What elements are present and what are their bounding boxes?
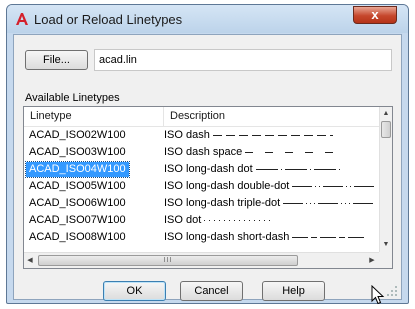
scroll-left-arrow-icon[interactable]: ◀ xyxy=(24,253,36,268)
scroll-up-arrow-icon[interactable]: ▲ xyxy=(380,107,392,120)
cancel-button[interactable]: Cancel xyxy=(180,281,243,301)
horizontal-scroll-thumb[interactable]: III xyxy=(38,255,298,266)
horizontal-scrollbar[interactable]: ◀ III ▶ xyxy=(24,252,379,268)
scroll-right-arrow-icon[interactable]: ▶ xyxy=(366,253,378,268)
scroll-down-arrow-icon[interactable]: ▼ xyxy=(380,238,392,251)
mouse-pointer-icon xyxy=(371,285,385,305)
file-button[interactable]: File... xyxy=(25,50,88,70)
vertical-scroll-thumb[interactable] xyxy=(381,121,391,138)
linetype-name: ACAD_ISO07W100 xyxy=(29,214,126,226)
linetype-description: ISO dash xyxy=(164,127,333,144)
list-header: Linetype Description xyxy=(24,107,379,127)
linetype-pattern-preview xyxy=(292,237,365,239)
close-icon: x xyxy=(371,7,379,22)
available-linetypes-label: Available Linetypes xyxy=(25,92,120,104)
autocad-a-icon xyxy=(16,13,28,25)
linetype-list[interactable]: Linetype Description ACAD_ISO02W100 ISO d… xyxy=(23,106,393,269)
description-text: ISO dash space xyxy=(164,146,243,158)
linetype-description: ISO dot xyxy=(164,212,324,229)
description-text: ISO dash xyxy=(164,129,210,141)
linetype-name: ACAD_ISO08W100 xyxy=(29,231,126,243)
list-item[interactable]: ACAD_ISO04W100 ISO long-dash dot xyxy=(24,161,379,178)
list-item[interactable]: ACAD_ISO08W100 ISO long-dash short-dash xyxy=(24,229,379,246)
dialog-title: Load or Reload Linetypes xyxy=(34,12,183,27)
dialog-body: File... acad.lin Available Linetypes Lin… xyxy=(13,34,402,301)
linetype-name: ACAD_ISO05W100 xyxy=(29,180,126,192)
help-button[interactable]: Help xyxy=(262,281,325,301)
description-text: ISO long-dash double-dot xyxy=(164,180,290,192)
description-text: ISO long-dash triple-dot xyxy=(164,197,281,209)
ok-button[interactable]: OK xyxy=(103,281,166,301)
list-item[interactable]: ACAD_ISO06W100 ISO long-dash triple-dot xyxy=(24,195,379,212)
vertical-scrollbar[interactable]: ▲ ▼ xyxy=(379,107,392,252)
dialog-window: Load or Reload Linetypes x File... acad.… xyxy=(6,4,409,304)
scrollbar-corner xyxy=(379,252,392,268)
list-item[interactable]: ACAD_ISO07W100 ISO dot xyxy=(24,212,379,229)
linetype-pattern-preview xyxy=(204,220,271,222)
linetype-description: ISO long-dash short-dash xyxy=(164,229,392,246)
linetype-description: ISO long-dash dot xyxy=(164,161,376,178)
linetype-name: ACAD_ISO02W100 xyxy=(29,129,126,141)
list-item[interactable]: ACAD_ISO05W100 ISO long-dash double-dot xyxy=(24,178,379,195)
list-item[interactable]: ACAD_ISO02W100 ISO dash xyxy=(24,127,379,144)
list-item[interactable]: ACAD_ISO03W100 ISO dash space xyxy=(24,144,379,161)
linetype-pattern-preview xyxy=(245,152,334,154)
linetype-description: ISO long-dash triple-dot xyxy=(164,195,392,212)
linetype-name: ACAD_ISO06W100 xyxy=(29,197,126,209)
description-text: ISO long-dash dot xyxy=(164,163,253,175)
linetype-description: ISO long-dash double-dot xyxy=(164,178,392,195)
file-name-field[interactable]: acad.lin xyxy=(94,49,392,71)
linetype-description: ISO dash space xyxy=(164,144,365,161)
close-button[interactable]: x xyxy=(353,6,397,24)
linetype-pattern-preview xyxy=(255,169,340,171)
linetype-name: ACAD_ISO03W100 xyxy=(29,146,126,158)
linetype-name: ACAD_ISO04W100 xyxy=(25,161,130,178)
description-text: ISO long-dash short-dash xyxy=(164,231,290,243)
description-text: ISO dot xyxy=(164,214,202,226)
column-header-description[interactable]: Description xyxy=(164,107,379,126)
linetype-pattern-preview xyxy=(283,203,374,205)
linetype-pattern-preview xyxy=(212,135,333,137)
title-bar[interactable]: Load or Reload Linetypes x xyxy=(7,5,408,33)
column-header-linetype[interactable]: Linetype xyxy=(24,107,164,126)
resize-grip-icon[interactable] xyxy=(384,283,398,297)
linetype-pattern-preview xyxy=(292,186,375,188)
